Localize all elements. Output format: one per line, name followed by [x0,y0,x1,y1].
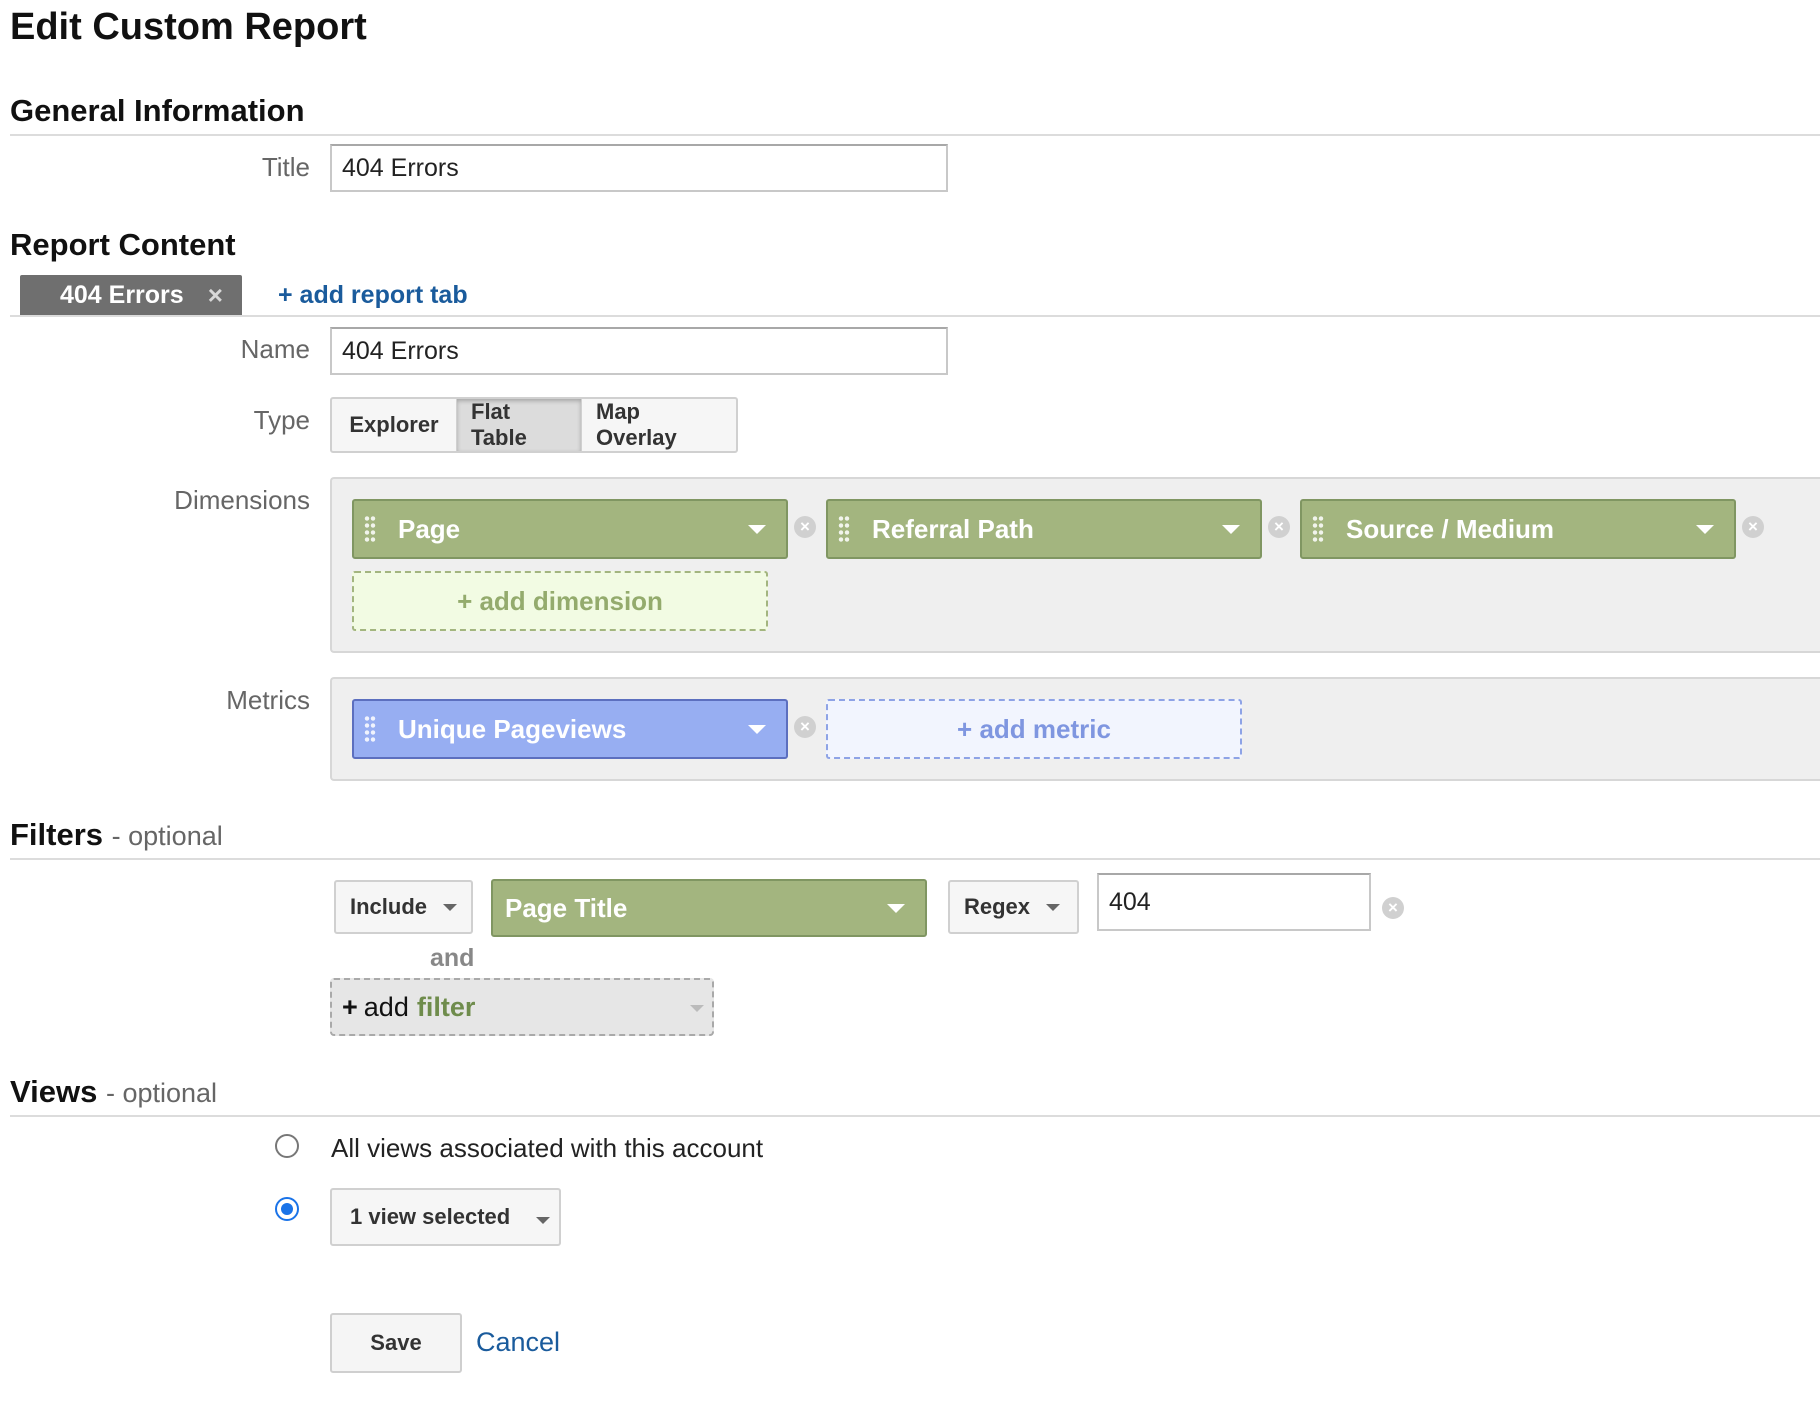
section-divider [10,858,1820,860]
report-tab[interactable]: 404 Errors × [20,275,242,315]
plus-icon: + [342,991,358,1022]
selected-views-radio[interactable] [275,1197,299,1221]
include-label: Include [350,894,428,919]
type-label: Type [253,405,310,435]
cancel-link[interactable]: Cancel [476,1327,560,1358]
view-selector-label: 1 view selected [350,1204,511,1229]
dimension-pill-page[interactable]: Page [352,499,788,559]
report-content-heading: Report Content [10,227,236,262]
view-selector-dropdown[interactable]: 1 view selected [330,1188,561,1246]
remove-dimension-icon[interactable]: × [1268,516,1290,538]
metric-pill-unique-pageviews[interactable]: Unique Pageviews [352,699,788,759]
name-label: Name [240,334,310,364]
type-flat-table-button[interactable]: Flat Table [457,399,582,451]
add-filter-filter-text: filter [416,991,476,1022]
report-tab-label: 404 Errors [60,280,184,309]
match-type-label: Regex [964,894,1031,919]
all-views-label[interactable]: All views associated with this account [331,1133,763,1164]
chevron-down-icon [1222,524,1240,534]
chevron-down-icon [887,903,905,913]
filter-dimension-label: Page Title [505,892,628,923]
add-metric-button[interactable]: + add metric [826,699,1242,759]
chevron-down-icon [690,1005,704,1012]
title-input[interactable] [330,144,948,192]
general-information-heading: General Information [10,93,305,128]
type-explorer-button[interactable]: Explorer [332,399,457,451]
chevron-down-icon [748,724,766,734]
tab-divider [10,315,1820,317]
chevron-down-icon [1046,903,1061,911]
views-optional-label: - optional [105,1078,218,1108]
save-button[interactable]: Save [330,1313,462,1373]
add-filter-dropdown[interactable]: + add filter [330,978,714,1036]
dimensions-label: Dimensions [174,485,310,515]
and-label: and [430,944,475,972]
views-heading: Views - optional [10,1074,217,1110]
chevron-down-icon [1696,524,1714,534]
type-map-overlay-button[interactable]: Map Overlay [582,399,736,451]
remove-dimension-icon[interactable]: × [794,516,816,538]
close-tab-icon[interactable]: × [208,280,223,311]
filter-dimension-pill[interactable]: Page Title [491,879,927,937]
drag-handle-icon[interactable] [1312,515,1324,543]
filter-match-type-dropdown[interactable]: Regex [948,880,1079,934]
chevron-down-icon [443,903,458,911]
add-filter-add-text: add [363,991,409,1022]
filter-include-dropdown[interactable]: Include [334,880,473,934]
filters-heading: Filters - optional [10,817,223,853]
dimension-label: Page [398,513,461,544]
remove-metric-icon[interactable]: × [794,716,816,738]
dimension-label: Source / Medium [1346,513,1555,544]
add-dimension-button[interactable]: + add dimension [352,571,768,631]
dimension-pill-source-medium[interactable]: Source / Medium [1300,499,1736,559]
add-report-tab-link[interactable]: + add report tab [278,281,468,310]
dimension-pill-referral-path[interactable]: Referral Path [826,499,1262,559]
filters-optional-label: - optional [111,821,223,851]
drag-handle-icon[interactable] [838,515,850,543]
name-input[interactable] [330,327,948,375]
remove-dimension-icon[interactable]: × [1742,516,1764,538]
all-views-radio[interactable] [275,1134,299,1158]
chevron-down-icon [536,1216,551,1224]
views-title: Views [10,1074,98,1109]
page-title: Edit Custom Report [10,6,367,48]
section-divider [10,1115,1820,1117]
metrics-label: Metrics [226,685,310,715]
metric-label: Unique Pageviews [398,713,627,744]
filter-value-input[interactable] [1097,873,1371,931]
type-selector: Explorer Flat Table Map Overlay [330,397,738,453]
title-label: Title [261,152,310,182]
drag-handle-icon[interactable] [364,515,376,543]
remove-filter-icon[interactable]: × [1382,897,1404,919]
filters-title: Filters [10,817,104,852]
section-divider [10,134,1820,136]
drag-handle-icon[interactable] [364,715,376,743]
chevron-down-icon [748,524,766,534]
dimension-label: Referral Path [872,513,1034,544]
